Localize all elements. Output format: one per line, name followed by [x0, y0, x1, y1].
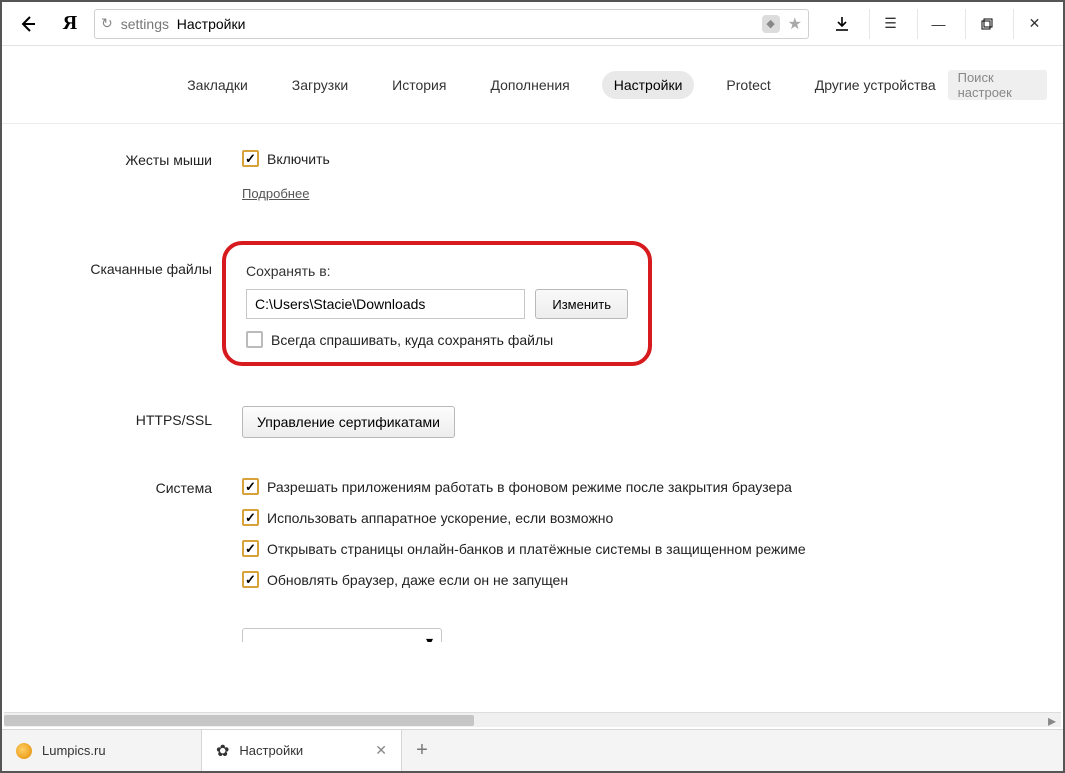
checkbox-icon[interactable] [246, 331, 263, 348]
enable-gestures-row[interactable]: Включить [242, 150, 1023, 167]
tab-downloads[interactable]: Загрузки [280, 71, 360, 99]
tab-history[interactable]: История [380, 71, 458, 99]
chevron-down-icon: ▾ [426, 633, 433, 643]
always-ask-row[interactable]: Всегда спрашивать, куда сохранять файлы [246, 331, 628, 348]
address-page-title: Настройки [177, 16, 246, 32]
browser-tab-lumpics[interactable]: Lumpics.ru [2, 730, 202, 771]
section-mouse-gestures: Жесты мыши Включить Подробнее [2, 150, 1023, 201]
checkbox-icon[interactable] [242, 509, 259, 526]
system-opt-row[interactable]: Использовать аппаратное ускорение, если … [242, 509, 1023, 526]
reload-icon[interactable]: ↻ [101, 15, 113, 32]
protect-pill-icon[interactable]: ◆ [762, 15, 780, 33]
always-ask-label: Всегда спрашивать, куда сохранять файлы [271, 332, 553, 348]
tab-addons[interactable]: Дополнения [478, 71, 581, 99]
checkbox-icon[interactable] [242, 478, 259, 495]
downloads-button[interactable] [821, 9, 863, 39]
tab-other-devices[interactable]: Другие устройства [803, 71, 948, 99]
settings-content[interactable]: Жесты мыши Включить Подробнее Скачанные … [2, 126, 1063, 727]
checkbox-icon[interactable] [242, 150, 259, 167]
settings-search-placeholder: Поиск настроек [958, 70, 1037, 100]
new-tab-button[interactable]: + [402, 730, 442, 771]
section-https: HTTPS/SSL Управление сертификатами [2, 406, 1023, 438]
change-path-button[interactable]: Изменить [535, 289, 628, 319]
enable-gestures-label: Включить [267, 151, 330, 167]
tab-protect[interactable]: Protect [714, 71, 782, 99]
section-title: HTTPS/SSL [2, 406, 242, 438]
system-opt-row[interactable]: Обновлять браузер, даже если он не запущ… [242, 571, 1023, 588]
address-bar[interactable]: ↻ settings Настройки ◆ ★ [94, 9, 809, 39]
maximize-button[interactable] [965, 9, 1007, 39]
tab-title: Настройки [239, 743, 303, 758]
manage-certs-button[interactable]: Управление сертификатами [242, 406, 455, 438]
system-opt-row[interactable]: Открывать страницы онлайн-банков и платё… [242, 540, 1023, 557]
dropdown-cutoff[interactable]: ▾ [242, 628, 442, 642]
system-opt-label: Использовать аппаратное ускорение, если … [267, 510, 613, 526]
back-button[interactable] [10, 9, 46, 39]
download-path-input[interactable] [246, 289, 525, 319]
tab-strip: Lumpics.ru ✿ Настройки ✕ + [2, 729, 1063, 771]
cutoff-row: X ▾ [2, 628, 1023, 642]
settings-subnav: Закладки Загрузки История Дополнения Нас… [2, 46, 1063, 124]
system-opt-label: Обновлять браузер, даже если он не запущ… [267, 572, 568, 588]
browser-tab-settings[interactable]: ✿ Настройки ✕ [202, 730, 402, 771]
menu-button[interactable]: ☰ [869, 9, 911, 39]
tab-bookmarks[interactable]: Закладки [175, 71, 260, 99]
horizontal-scrollbar[interactable]: ▸ [4, 712, 1061, 727]
section-title: Жесты мыши [2, 150, 242, 201]
tab-title: Lumpics.ru [42, 743, 106, 758]
checkbox-icon[interactable] [242, 571, 259, 588]
browser-toolbar: Я ↻ settings Настройки ◆ ★ ☰ — ✕ [2, 2, 1063, 46]
tab-settings[interactable]: Настройки [602, 71, 695, 99]
address-text: settings Настройки [121, 16, 754, 32]
subnav-tabs: Закладки Загрузки История Дополнения Нас… [175, 71, 947, 99]
scroll-right-icon[interactable]: ▸ [1043, 713, 1061, 728]
gestures-more-link[interactable]: Подробнее [242, 186, 309, 201]
scrollbar-thumb[interactable] [4, 715, 474, 726]
settings-search-input[interactable]: Поиск настроек [948, 70, 1047, 100]
section-downloads: Скачанные файлы Сохранять в: Изменить Вс… [2, 241, 1023, 366]
section-title: Скачанные файлы [2, 241, 242, 366]
yandex-logo-icon[interactable]: Я [52, 9, 88, 39]
section-title: Система [2, 478, 242, 602]
system-opt-label: Разрешать приложениям работать в фоновом… [267, 479, 792, 495]
gear-icon: ✿ [216, 741, 229, 761]
section-title-cutoff: X [2, 628, 242, 642]
checkbox-icon[interactable] [242, 540, 259, 557]
bookmark-star-icon[interactable]: ★ [788, 14, 802, 34]
system-opt-row[interactable]: Разрешать приложениям работать в фоновом… [242, 478, 1023, 495]
favicon-icon [16, 743, 32, 759]
address-prefix: settings [121, 16, 169, 32]
minimize-button[interactable]: — [917, 9, 959, 39]
close-window-button[interactable]: ✕ [1013, 9, 1055, 39]
section-system: Система Разрешать приложениям работать в… [2, 478, 1023, 602]
save-to-label: Сохранять в: [246, 263, 628, 279]
system-opt-label: Открывать страницы онлайн-банков и платё… [267, 541, 806, 557]
downloads-highlight: Сохранять в: Изменить Всегда спрашивать,… [222, 241, 652, 366]
close-tab-icon[interactable]: ✕ [375, 742, 387, 759]
